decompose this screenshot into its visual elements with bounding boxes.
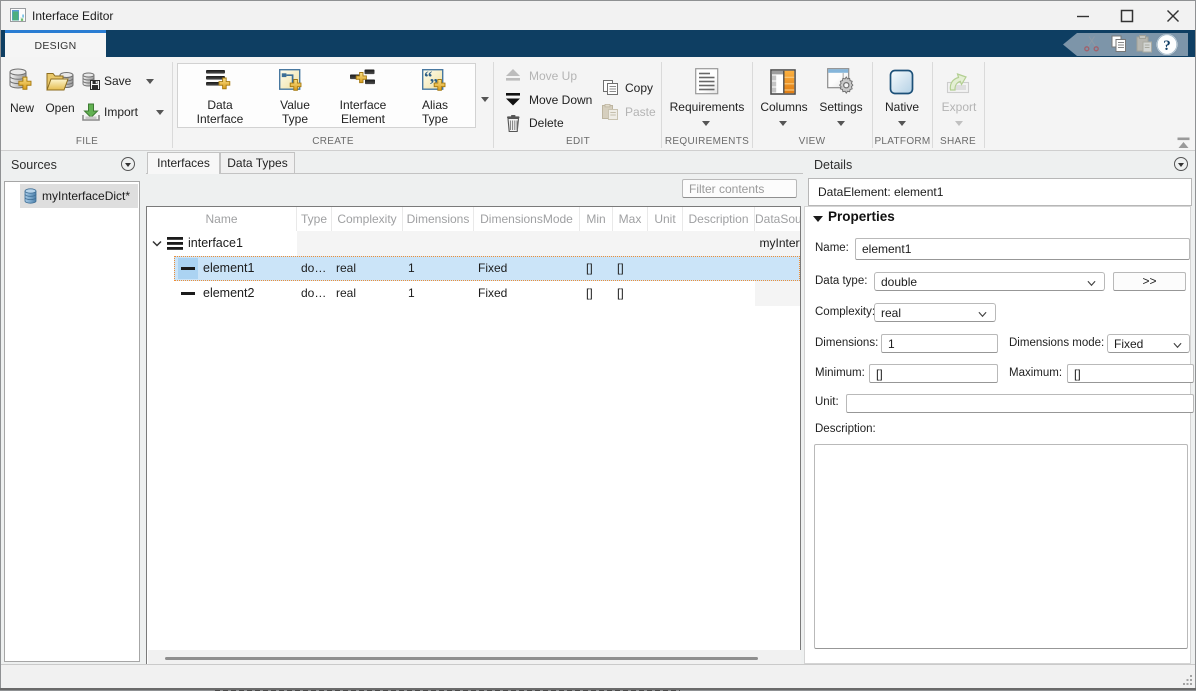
- svg-text:?: ?: [1163, 38, 1171, 54]
